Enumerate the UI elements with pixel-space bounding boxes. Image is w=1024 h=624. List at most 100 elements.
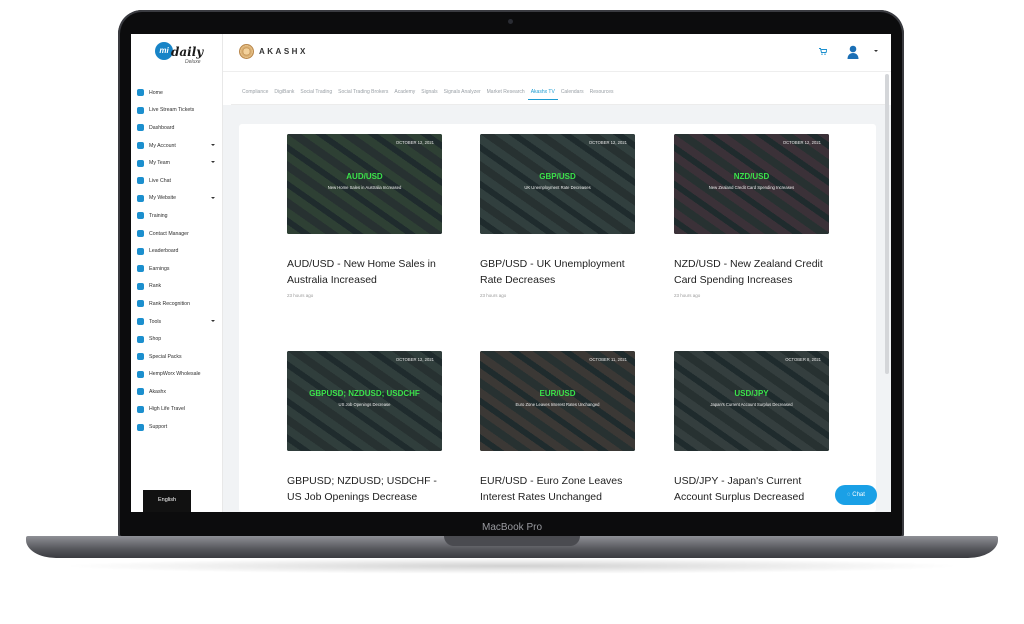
training-icon [137,212,144,220]
wholesale-icon [137,370,144,378]
currency-pair: GBPUSD; NZDUSD; USDCHF [309,389,420,398]
currency-pair: USD/JPY [734,389,769,398]
tab-market-research[interactable]: Market Research [484,88,528,100]
thumbnail-subtitle: UK Unemployment Rate Decreases [524,185,591,190]
video-date: OCTOBER 12, 2021 [782,140,821,145]
tab-resources[interactable]: Resources [587,88,617,100]
user-menu-caret-icon[interactable] [874,50,878,52]
chat-label: Chat [852,492,865,498]
sidebar-item-label: Special Packs [149,353,182,360]
team-icon [137,159,144,167]
video-date: OCTOBER 8, 2021 [785,357,821,362]
thumbnail-overlay [674,134,829,234]
video-title[interactable]: USD/JPY - Japan's Current Account Surplu… [674,473,834,505]
sidebar-item-label: Rank [149,283,162,290]
sidebar-item-label: Rank Recognition [149,300,190,307]
currency-pair: NZD/USD [733,172,770,181]
sidebar-item-label: Contact Manager [149,230,189,237]
sidebar-item-akashx[interactable]: Akashx [137,383,221,401]
video-thumbnail[interactable]: OCTOBER 8, 2021 USD/JPY Japan's Current Ac… [674,351,829,451]
akashx-icon [137,388,144,396]
screen: mi daily Deluxe Home Live Stream Tickets D… [131,34,891,512]
sidebar-item-training[interactable]: Training [137,207,221,225]
laptop-notch [444,536,580,546]
video-card[interactable]: OCTOBER 12, 2021 GBPUSD; NZDUSD; USDCHF US… [287,351,442,510]
contact-icon [137,230,144,238]
tab-digibank[interactable]: DigiBank [271,88,297,100]
video-card[interactable]: OCTOBER 11, 2021 EUR/USD Euro Zone Leaves … [480,351,635,510]
video-title[interactable]: AUD/USD - New Home Sales in Australia In… [287,256,447,288]
user-icon [137,142,144,150]
chat-button[interactable]: ◌ Chat [835,485,877,505]
sidebar-item-my-account[interactable]: My Account [137,137,221,155]
sidebar-item-contact-manager[interactable]: Contact Manager [137,225,221,243]
currency-pair: AUD/USD [346,172,383,181]
page-scrollbar[interactable] [885,74,889,374]
video-title[interactable]: GBPUSD; NZDUSD; USDCHF - US Job Openings… [287,473,447,505]
laptop-shadow [60,558,964,574]
sidebar-nav: Home Live Stream Tickets Dashboard My Accou… [137,84,221,436]
chevron-down-icon[interactable] [211,319,215,322]
tab-social-trading[interactable]: Social Trading [297,88,335,100]
video-thumbnail[interactable]: OCTOBER 12, 2021 AUD/USD New Home Sales in… [287,134,442,234]
tab-compliance[interactable]: Compliance [239,88,271,100]
sidebar-item-live-stream-tickets[interactable]: Live Stream Tickets [137,102,221,120]
sidebar-item-high-life-travel[interactable]: High Life Travel [137,401,221,419]
video-card[interactable]: OCTOBER 12, 2021 GBP/USD UK Unemployment R… [480,134,635,298]
thumbnail-overlay [480,351,635,451]
sidebar-item-home[interactable]: Home [137,84,221,102]
video-card[interactable]: OCTOBER 12, 2021 NZD/USD New Zealand Credi… [674,134,829,298]
home-icon [137,89,144,97]
sidebar-item-rank[interactable]: Rank [137,278,221,296]
sidebar-item-earnings[interactable]: Earnings [137,260,221,278]
sidebar-item-dashboard[interactable]: Dashboard [137,119,221,137]
sidebar-item-label: Akashx [149,388,167,395]
video-title[interactable]: EUR/USD - Euro Zone Leaves Interest Rate… [480,473,640,505]
language-button[interactable]: English [143,490,191,512]
thumbnail-subtitle: New Zealand Credit Card Spending Increas… [708,185,795,190]
video-age: 23 hours ago [287,293,314,298]
tab-calendars[interactable]: Calendars [558,88,587,100]
sidebar-item-special-packs[interactable]: Special Packs [137,348,221,366]
video-thumbnail[interactable]: OCTOBER 12, 2021 GBP/USD UK Unemployment R… [480,134,635,234]
tab-social-trading-brokers[interactable]: Social Trading Brokers [335,88,391,100]
tab-signals[interactable]: Signals [418,88,440,100]
tab-signals-analyzer[interactable]: Signals Analyzer [441,88,484,100]
user-avatar-icon[interactable] [847,45,859,59]
thumbnail-subtitle: Japan's Current Account Surplus Decrease… [710,402,793,407]
currency-pair: GBP/USD [539,172,576,181]
chevron-down-icon[interactable] [211,196,215,199]
video-title[interactable]: GBP/USD - UK Unemployment Rate Decreases [480,256,640,288]
sidebar-item-tools[interactable]: Tools [137,313,221,331]
sidebar-item-hempworx-wholesale[interactable]: HempWorx Wholesale [137,366,221,384]
cart-icon[interactable] [819,48,827,55]
sidebar-item-shop[interactable]: Shop [137,330,221,348]
trophy-icon [137,300,144,308]
chevron-down-icon[interactable] [211,161,215,164]
video-thumbnail[interactable]: OCTOBER 11, 2021 EUR/USD Euro Zone Leaves … [480,351,635,451]
video-thumbnail[interactable]: OCTOBER 12, 2021 GBPUSD; NZDUSD; USDCHF US… [287,351,442,451]
thumbnail-subtitle: New Home Sales in Australia Increased [327,185,402,190]
sidebar-item-label: Shop [149,336,162,343]
sidebar-item-label: Live Stream Tickets [149,107,195,114]
laptop-frame: mi daily Deluxe Home Live Stream Tickets D… [0,0,1024,624]
video-date: OCTOBER 12, 2021 [395,357,434,362]
video-thumbnail[interactable]: OCTOBER 12, 2021 NZD/USD New Zealand Credi… [674,134,829,234]
sidebar-item-rank-recognition[interactable]: Rank Recognition [137,295,221,313]
sidebar-item-my-website[interactable]: My Website [137,190,221,208]
sidebar-item-my-team[interactable]: My Team [137,154,221,172]
sidebar-item-support[interactable]: Support [137,418,221,436]
chevron-down-icon[interactable] [211,143,215,146]
video-card[interactable]: OCTOBER 8, 2021 USD/JPY Japan's Current Ac… [674,351,829,510]
thumbnail-overlay [480,134,635,234]
sidebar-item-live-chat[interactable]: Live Chat [137,172,221,190]
tools-icon [137,318,144,326]
midaily-logo[interactable]: mi daily Deluxe [155,40,203,68]
tab-akashx-tv[interactable]: Akashx TV [527,88,558,100]
tab-academy[interactable]: Academy [391,88,418,100]
tab-divider [231,104,887,105]
video-card[interactable]: OCTOBER 12, 2021 AUD/USD New Home Sales in… [287,134,442,298]
sidebar-item-leaderboard[interactable]: Leaderboard [137,242,221,260]
sidebar-item-label: HempWorx Wholesale [149,371,201,378]
video-title[interactable]: NZD/USD - New Zealand Credit Card Spendi… [674,256,834,288]
